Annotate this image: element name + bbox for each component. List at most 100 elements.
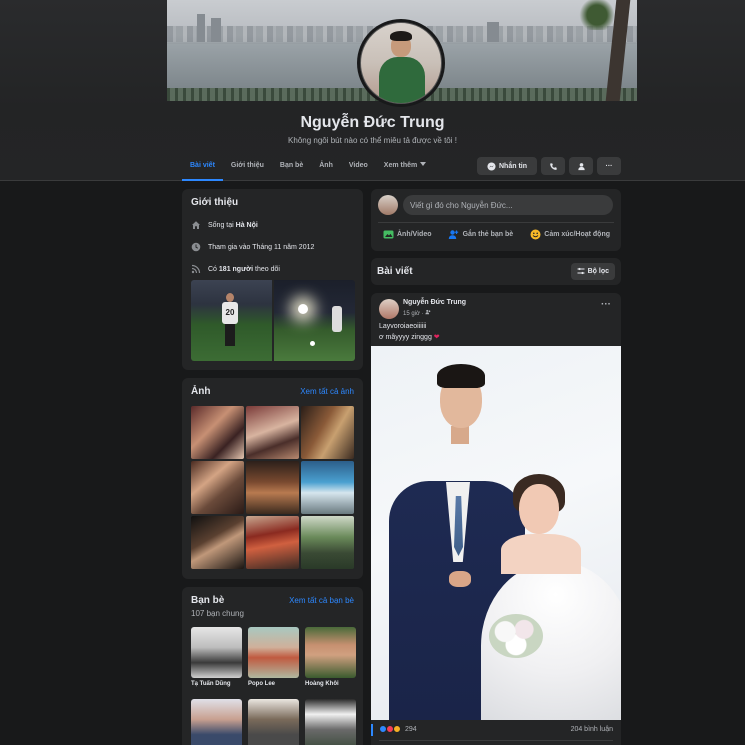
friend-card[interactable]: Hoàng Khôi bbox=[305, 627, 356, 693]
player-figure bbox=[332, 306, 342, 332]
post-stats: 294 204 bình luận bbox=[379, 725, 613, 733]
haha-reaction-icon bbox=[393, 725, 401, 733]
photos-header: Ảnh Xem tất cả ảnh bbox=[191, 386, 354, 397]
groom-hair bbox=[437, 364, 485, 388]
caret-down-icon bbox=[420, 162, 427, 166]
photo-thumbnail[interactable] bbox=[301, 406, 354, 459]
photo-video-button[interactable]: Ảnh/Video bbox=[378, 228, 435, 240]
featured-photos: 20 bbox=[191, 280, 355, 361]
comments-count[interactable]: 204 bình luận bbox=[571, 726, 613, 733]
friend-photo[interactable] bbox=[305, 627, 356, 678]
more-options-button[interactable]: ··· bbox=[597, 157, 621, 175]
composer-placeholder: Viết gì đó cho Nguyễn Đức... bbox=[410, 200, 513, 210]
filter-button[interactable]: Bộ lọc bbox=[570, 263, 615, 280]
cover-building bbox=[487, 22, 499, 42]
tab-label: Video bbox=[348, 162, 368, 169]
viewer-avatar[interactable] bbox=[378, 195, 398, 215]
phone-icon bbox=[549, 162, 557, 170]
ellipsis-icon: ··· bbox=[605, 162, 613, 170]
tab-more[interactable]: Xem thêm bbox=[376, 155, 434, 181]
profile-actions: Nhắn tin ··· bbox=[477, 157, 621, 175]
photo-thumbnail[interactable] bbox=[191, 406, 244, 459]
photo-thumbnail[interactable] bbox=[301, 516, 354, 569]
post-author-name[interactable]: Nguyễn Đức Trung bbox=[403, 299, 466, 306]
intro-lives-in: Sống tại Hà Nội bbox=[191, 220, 354, 230]
lives-prefix: Sống tại bbox=[208, 221, 236, 229]
mutual-friends-count: 107 bạn chung bbox=[191, 609, 244, 618]
friend-photo[interactable] bbox=[191, 627, 242, 678]
reactions-summary[interactable]: 294 bbox=[379, 725, 417, 733]
cover-building bbox=[197, 14, 205, 42]
photos-panel: Ảnh Xem tất cả ảnh bbox=[182, 378, 363, 579]
featured-photo[interactable]: 20 bbox=[191, 280, 272, 361]
friend-card[interactable]: Tạ Tuấn Dũng bbox=[191, 627, 242, 693]
friend-card[interactable]: Popo Lee bbox=[248, 627, 299, 693]
tab-posts[interactable]: Bài viết bbox=[182, 155, 223, 181]
friend-photo[interactable] bbox=[191, 699, 242, 745]
tag-friends-icon bbox=[448, 228, 460, 240]
post-text-line: Layvoroiaeoiiiiii bbox=[379, 323, 427, 330]
message-button[interactable]: Nhắn tin bbox=[477, 157, 537, 175]
profile-page: Nguyễn Đức Trung Không ngôi bút nào có t… bbox=[0, 0, 745, 745]
profile-picture-frame[interactable] bbox=[357, 19, 445, 107]
friend-name[interactable]: Hoàng Khôi bbox=[305, 681, 356, 693]
tab-label: Bạn bè bbox=[279, 162, 304, 169]
flower-bouquet bbox=[489, 614, 543, 658]
friend-photo[interactable] bbox=[248, 699, 299, 745]
friend-name[interactable]: Popo Lee bbox=[248, 681, 299, 693]
feeling-activity-button[interactable]: Cảm xúc/Hoạt động bbox=[525, 228, 614, 240]
lives-city[interactable]: Hà Nội bbox=[236, 222, 258, 229]
friend-photo[interactable] bbox=[305, 699, 356, 745]
friend-photo[interactable] bbox=[248, 627, 299, 678]
tab-about[interactable]: Giới thiệu bbox=[223, 155, 272, 181]
post-composer: Viết gì đó cho Nguyễn Đức... Ảnh/Video G… bbox=[371, 189, 621, 251]
photo-thumbnail[interactable] bbox=[301, 461, 354, 514]
profile-picture[interactable] bbox=[360, 22, 442, 104]
post-timestamp[interactable]: 15 giờ · bbox=[403, 309, 431, 317]
see-all-friends-link[interactable]: Xem tất cả bạn bè bbox=[289, 596, 354, 605]
photo-thumbnail[interactable] bbox=[191, 461, 244, 514]
intro-title: Giới thiệu bbox=[191, 197, 239, 208]
call-button[interactable] bbox=[541, 157, 565, 175]
composer-input[interactable]: Viết gì đó cho Nguyễn Đức... bbox=[403, 195, 613, 215]
post-photo[interactable] bbox=[371, 346, 621, 720]
tab-label: Giới thiệu bbox=[230, 162, 264, 169]
bride-shoulders bbox=[501, 534, 581, 574]
friend-card[interactable] bbox=[191, 699, 242, 745]
post-author-avatar[interactable] bbox=[379, 299, 399, 319]
jersey-number: 20 bbox=[225, 308, 235, 317]
heart-emoji-icon: ❤ bbox=[433, 334, 440, 341]
photo-thumbnail[interactable] bbox=[246, 461, 299, 514]
player-legs bbox=[225, 324, 235, 346]
message-label: Nhắn tin bbox=[499, 162, 527, 170]
tab-photos[interactable]: Ảnh bbox=[311, 155, 341, 181]
focus-indicator bbox=[371, 724, 373, 736]
followers-suffix: theo dõi bbox=[253, 265, 280, 273]
friend-name[interactable]: Tạ Tuấn Dũng bbox=[191, 681, 242, 693]
photo-thumbnail[interactable] bbox=[246, 406, 299, 459]
intro-panel: Giới thiệu Sống tại Hà Nội Tham gia vào … bbox=[182, 189, 363, 370]
followers-prefix: Có bbox=[208, 265, 219, 273]
post-text-line-2: ơ mâyyyy zinggg bbox=[379, 334, 432, 341]
featured-photo[interactable] bbox=[274, 280, 355, 361]
followers-count[interactable]: 181 người bbox=[219, 266, 253, 273]
tab-label: Bài viết bbox=[190, 162, 215, 169]
tag-friends-button[interactable]: Gắn thẻ bạn bè bbox=[444, 228, 518, 240]
tab-videos[interactable]: Video bbox=[341, 155, 376, 181]
filter-label: Bộ lọc bbox=[587, 268, 609, 275]
post-options-icon[interactable]: ··· bbox=[601, 299, 611, 310]
friend-button[interactable] bbox=[569, 157, 593, 175]
photo-grid bbox=[191, 406, 354, 569]
groom-neck bbox=[451, 426, 469, 444]
friend-card[interactable] bbox=[248, 699, 299, 745]
person-icon bbox=[577, 162, 585, 170]
photo-thumbnail[interactable] bbox=[191, 516, 244, 569]
friend-card[interactable] bbox=[305, 699, 356, 745]
tab-label: Ảnh bbox=[319, 162, 333, 169]
photo-thumbnail[interactable] bbox=[246, 516, 299, 569]
joined-text: Tham gia vào Tháng 11 năm 2012 bbox=[208, 243, 315, 251]
friends-panel: Bạn bè Xem tất cả bạn bè 107 bạn chung T… bbox=[182, 587, 363, 745]
profile-nav: Bài viết Giới thiệu Bạn bè Ảnh Video Xem… bbox=[182, 155, 434, 181]
tab-friends[interactable]: Bạn bè bbox=[272, 155, 311, 181]
see-all-photos-link[interactable]: Xem tất cả ảnh bbox=[300, 387, 354, 396]
